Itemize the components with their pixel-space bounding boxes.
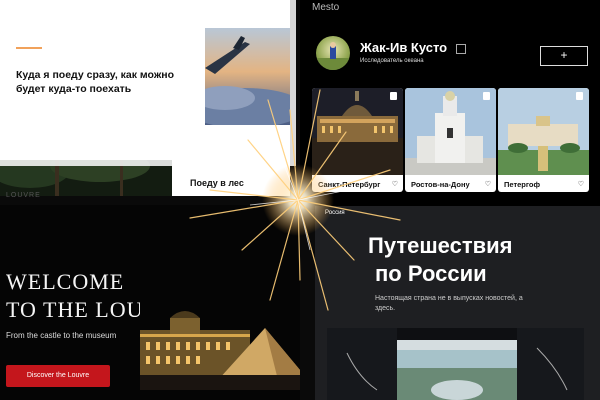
place-card: Санкт-Петербург ♡	[312, 88, 403, 192]
place-photo[interactable]	[312, 88, 403, 175]
pencil-icon[interactable]	[456, 44, 466, 54]
place-card: Ростов-на-Дону ♡	[405, 88, 496, 192]
travel-headline[interactable]: Куда я поеду сразу, как можно будет куда…	[16, 68, 186, 96]
place-photo[interactable]	[498, 88, 589, 175]
forest-tile[interactable]: Поеду в лес	[172, 160, 290, 196]
mesto-screenshot: Mesto Жак-Ив Кусто Исследователь океана …	[300, 0, 600, 210]
place-card: Петергоф ♡	[498, 88, 589, 192]
louvre-screenshot: WELCOME TO THE LOUVRE From the castle to…	[0, 205, 300, 400]
discover-button[interactable]: Discover the Louvre	[6, 365, 110, 387]
place-caption: Петергоф	[504, 180, 541, 189]
russia-title-line1: Путешествия	[368, 233, 513, 258]
forest-tile-label: Поеду в лес	[190, 178, 244, 188]
accent-line	[16, 47, 42, 49]
travel-blog-screenshot: Куда я поеду сразу, как можно будет куда…	[0, 0, 290, 160]
russia-travel-screenshot: Россия Путешествия по России Настоящая с…	[315, 206, 600, 400]
place-caption: Ростов-на-Дону	[411, 180, 470, 189]
russia-description: Настоящая страна не в выпусках новостей,…	[375, 295, 523, 312]
profile-name: Жак-Ив Кусто	[360, 40, 448, 55]
louvre-photo	[140, 300, 300, 390]
profile-avatar[interactable]	[316, 36, 350, 70]
profile-about: Исследователь океана	[360, 58, 424, 64]
place-photo[interactable]	[405, 88, 496, 175]
heart-icon[interactable]: ♡	[392, 180, 398, 188]
airplane-photo[interactable]	[205, 28, 290, 125]
trash-icon[interactable]	[576, 92, 583, 100]
trash-icon[interactable]	[483, 92, 490, 100]
louvre-small-label: LOUVRE	[6, 192, 41, 199]
jungle-photo	[0, 150, 172, 196]
jungle-strip: Поеду в лес LOUVRE	[0, 150, 290, 199]
louvre-title-line1: WELCOME	[6, 269, 125, 294]
add-place-button[interactable]: +	[540, 46, 588, 66]
heart-icon[interactable]: ♡	[485, 180, 491, 188]
russia-video-frame	[327, 328, 584, 400]
russia-tag: Россия	[325, 210, 345, 216]
heart-icon[interactable]: ♡	[578, 180, 584, 188]
trash-icon[interactable]	[390, 92, 397, 100]
louvre-subtitle: From the castle to the museum	[6, 331, 117, 340]
russia-title-line2: по России	[375, 261, 487, 286]
mesto-logo[interactable]: Mesto	[312, 2, 339, 13]
place-caption: Санкт-Петербург	[318, 180, 381, 189]
